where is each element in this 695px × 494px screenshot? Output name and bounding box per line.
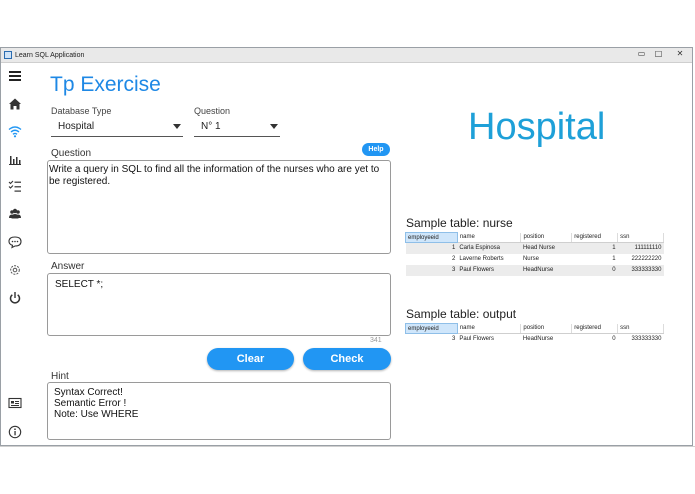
settings-icon[interactable]: [6, 262, 24, 278]
database-type-value: Hospital: [58, 121, 95, 132]
info-icon[interactable]: [6, 424, 24, 440]
home-icon[interactable]: [6, 96, 24, 112]
table-row[interactable]: 3 Paul Flowers HeadNurse 0 333333330: [406, 334, 664, 345]
answer-label: Answer: [51, 261, 85, 272]
bar-chart-icon[interactable]: [6, 151, 24, 167]
database-type-label: Database Type: [51, 106, 112, 116]
title-bar[interactable]: Learn SQL Application ▭ □ ✕: [1, 48, 692, 63]
table-header-row: employeeid name position registered ssn: [405, 323, 664, 334]
table-cell: 3: [405, 264, 458, 276]
column-header[interactable]: name: [457, 323, 522, 334]
table-cell: 0: [612, 336, 616, 343]
table-cell: 2: [451, 256, 456, 262]
chevron-down-icon: [270, 124, 278, 129]
table-cell: 1: [405, 242, 458, 254]
minimize-button[interactable]: ▭: [635, 49, 648, 60]
table-cell: Paul Flowers: [459, 336, 495, 343]
chevron-down-icon: [173, 124, 181, 129]
answer-text: SELECT *;: [55, 279, 104, 290]
table-cell: 1: [612, 256, 616, 262]
table-cell: 111111110: [617, 242, 664, 254]
checklist-icon[interactable]: [6, 178, 24, 194]
output-table-title: Sample table: output: [406, 307, 517, 321]
clear-button[interactable]: Clear: [207, 348, 294, 370]
question-text: Write a query in SQL to find all the inf…: [49, 164, 382, 187]
table-cell: 333333330: [617, 264, 664, 276]
output-table: employeeid name position registered ssn …: [405, 323, 664, 345]
table-cell: Paul Flowers: [457, 264, 521, 276]
card-icon[interactable]: [6, 395, 24, 411]
wifi-icon[interactable]: [6, 123, 24, 139]
answer-textarea[interactable]: SELECT *;: [47, 273, 391, 336]
column-header[interactable]: employeeid: [405, 232, 458, 243]
column-header[interactable]: ssn: [617, 232, 664, 243]
nurse-table-title: Sample table: nurse: [406, 216, 513, 230]
question-number-label: Question: [194, 106, 231, 116]
table-cell: Laverne Roberts: [459, 256, 504, 262]
question-number-value: N° 1: [201, 121, 221, 132]
table-header-row: employeeid name position registered ssn: [405, 232, 664, 243]
app-icon: [4, 51, 12, 59]
hint-line: Note: Use WHERE: [54, 409, 139, 420]
column-header[interactable]: registered: [571, 232, 619, 243]
table-row[interactable]: 3 Paul Flowers HeadNurse 0 333333330: [405, 264, 664, 276]
character-counter: 341: [370, 337, 382, 344]
table-cell: 1: [571, 242, 618, 254]
menu-icon[interactable]: [6, 68, 24, 84]
divider: [0, 446, 695, 447]
table-cell: Carla Espinosa: [457, 242, 521, 254]
table-cell: HeadNurse: [522, 336, 554, 343]
column-header[interactable]: name: [457, 232, 522, 243]
column-header[interactable]: employeeid: [405, 323, 458, 334]
table-cell: Head Nurse: [520, 242, 572, 254]
column-header[interactable]: position: [520, 323, 573, 334]
power-icon[interactable]: [6, 290, 24, 306]
database-title: Hospital: [468, 106, 606, 148]
question-label: Question: [51, 148, 92, 159]
window-title: Learn SQL Application: [15, 52, 85, 59]
table-cell: HeadNurse: [520, 264, 572, 276]
column-header[interactable]: registered: [571, 323, 619, 334]
table-cell: Nurse: [522, 256, 539, 262]
screen: Learn SQL Application ▭ □ ✕ Tp Exercise: [0, 0, 695, 494]
nurse-table: employeeid name position registered ssn …: [405, 232, 664, 276]
database-type-select[interactable]: Hospital: [51, 117, 183, 137]
chat-icon[interactable]: [6, 234, 24, 250]
table-row[interactable]: 1 Carla Espinosa Head Nurse 1 111111110: [405, 242, 664, 254]
hint-label: Hint: [51, 371, 69, 382]
question-number-select[interactable]: N° 1: [194, 117, 280, 137]
table-cell: 3: [451, 336, 456, 343]
hint-box: Syntax Correct! Semantic Error ! Note: U…: [47, 382, 391, 440]
column-header[interactable]: position: [520, 232, 573, 243]
table-cell: 0: [571, 264, 618, 276]
question-textarea[interactable]: Write a query in SQL to find all the inf…: [47, 160, 391, 254]
maximize-button[interactable]: □: [652, 49, 665, 60]
table-cell: 222222220: [631, 256, 662, 262]
page-title: Tp Exercise: [50, 73, 161, 96]
table-row[interactable]: 2 Laverne Roberts Nurse 1 222222220: [406, 254, 664, 265]
check-button[interactable]: Check: [303, 348, 391, 370]
users-icon[interactable]: [6, 206, 24, 222]
column-header[interactable]: ssn: [617, 323, 664, 334]
table-cell: 333333330: [631, 336, 662, 343]
close-button[interactable]: ✕: [671, 49, 689, 60]
help-button[interactable]: Help: [362, 143, 390, 156]
